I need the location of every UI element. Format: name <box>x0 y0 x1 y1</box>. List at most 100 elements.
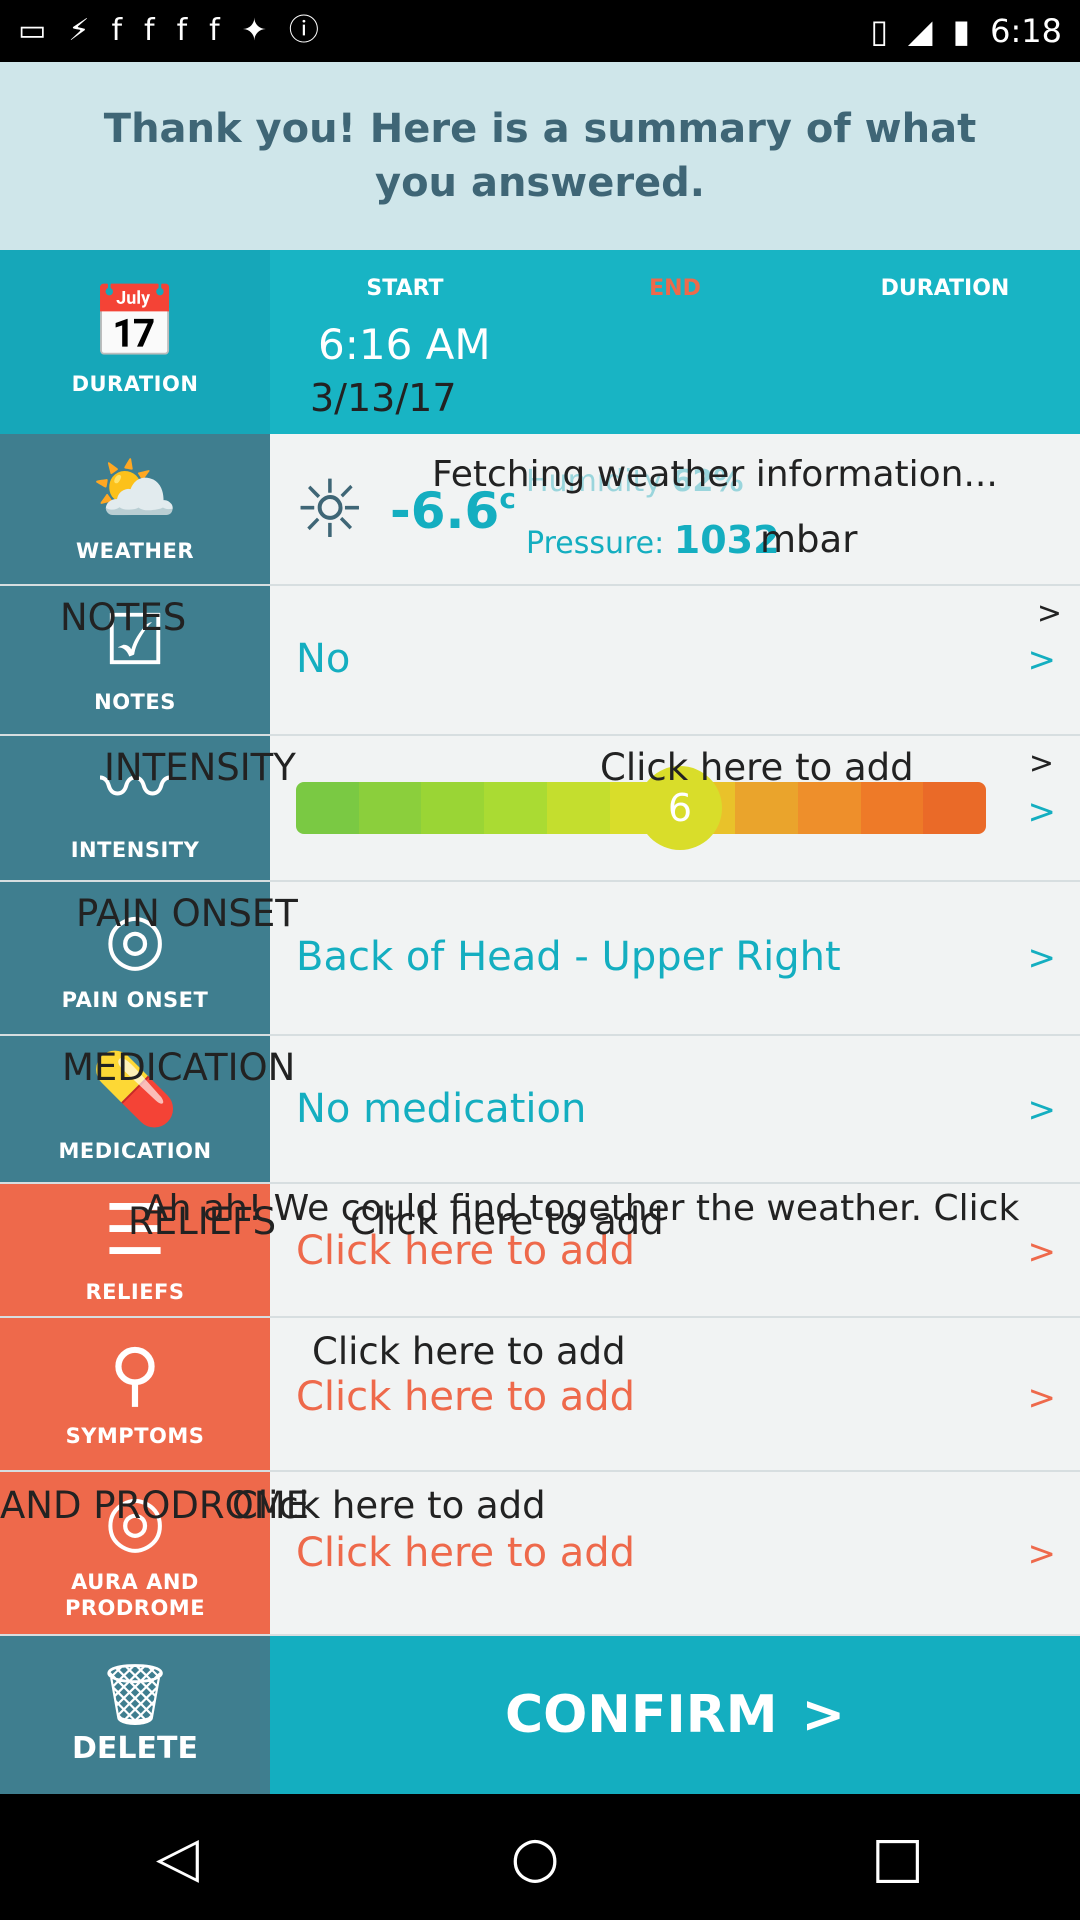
intensity-label: INTENSITY <box>70 838 200 862</box>
facebook-icon: f <box>111 13 122 48</box>
notes-overlay-chevron-icon: > <box>1036 596 1062 631</box>
recents-icon[interactable]: □ <box>871 1825 924 1890</box>
reliefs-row[interactable]: ☰ RELIEFS Click here to add > Click here… <box>0 1184 1080 1318</box>
message-icon: ▭ <box>18 13 47 48</box>
intensity-segment[interactable] <box>860 782 924 834</box>
duration-side: 📅 DURATION <box>0 250 270 434</box>
confirm-label: CONFIRM <box>504 1685 778 1745</box>
pain-onset-chevron-icon[interactable]: > <box>1028 938 1057 978</box>
pain-onset-value[interactable]: Back of Head - Upper Right <box>296 934 841 980</box>
home-icon[interactable]: ○ <box>511 1825 560 1890</box>
weather-content[interactable]: ☼ -6.6c Humidity 62% Pressure: 1032 mbar… <box>270 434 1080 584</box>
duration-label: DURATION <box>71 372 199 396</box>
duration-content[interactable]: START END DURATION 6:16 AM 3/13/17 <box>270 250 1080 434</box>
intensity-segment[interactable] <box>484 782 547 834</box>
pain-onset-row[interactable]: ◎ PAIN ONSET Back of Head - Upper Right … <box>0 882 1080 1036</box>
medication-value[interactable]: No medication <box>296 1086 586 1132</box>
vibrate-icon: ▯ <box>870 12 888 50</box>
confirm-button[interactable]: CONFIRM > <box>270 1636 1080 1794</box>
status-time: 6:18 <box>990 12 1062 50</box>
info-icon: ⓘ <box>288 13 319 48</box>
battery-icon: ▮ <box>952 12 971 50</box>
start-date[interactable]: 3/13/17 <box>310 376 457 420</box>
end-column-header[interactable]: END <box>540 276 810 301</box>
duration-column-header: DURATION <box>880 276 1010 301</box>
notes-row[interactable]: ☑ NOTES No > > NOTES <box>0 586 1080 736</box>
intensity-segment[interactable] <box>923 782 986 834</box>
weather-row[interactable]: ⛅ WEATHER ☼ -6.6c Humidity 62% Pressure:… <box>0 434 1080 586</box>
notes-content[interactable]: No > > <box>270 586 1080 734</box>
satellite-icon: ✦ <box>241 13 267 48</box>
fetching-weather-text: Fetching weather information... <box>432 454 998 495</box>
reliefs-label: RELIEFS <box>85 1280 185 1304</box>
facebook-icon: f <box>144 13 155 48</box>
status-bar: ▭ ⚡ f f f f ✦ ⓘ ▯ ◢ ▮ 6:18 <box>0 0 1080 62</box>
medication-content[interactable]: No medication > <box>270 1036 1080 1182</box>
summary-header: Thank you! Here is a summary of what you… <box>0 62 1080 250</box>
weather-side: ⛅ WEATHER <box>0 434 270 584</box>
pressure-readout: Pressure: 1032 <box>526 518 780 562</box>
page-title: Thank you! Here is a summary of what you… <box>103 106 977 206</box>
facebook-icon: f <box>176 13 188 48</box>
symptoms-content[interactable]: Click here to add > Click here to add <box>270 1318 1080 1470</box>
symptoms-label: SYMPTOMS <box>65 1424 205 1448</box>
duration-row[interactable]: 📅 DURATION START END DURATION 6:16 AM 3/… <box>0 250 1080 434</box>
aura-chevron-icon[interactable]: > <box>1028 1534 1057 1574</box>
start-column-header: START <box>366 276 444 301</box>
intensity-overlay-add: Click here to add <box>600 746 914 789</box>
facebook-icon: f <box>209 13 220 48</box>
pain-onset-label: PAIN ONSET <box>61 988 209 1012</box>
aura-label-line2: PRODROME <box>64 1596 206 1620</box>
weather-toast-message: Ah ah! We could find together the weathe… <box>144 1188 1020 1229</box>
chevron-right-icon: > <box>801 1685 846 1745</box>
symptoms-chevron-icon[interactable]: > <box>1028 1378 1057 1418</box>
notes-value[interactable]: No <box>296 636 350 682</box>
intensity-row[interactable]: 〰 INTENSITY 6 > Click here to add > INTE… <box>0 736 1080 882</box>
start-time[interactable]: 6:16 AM <box>318 320 491 369</box>
flash-icon: ⚡ <box>68 13 90 48</box>
calendar-clock-icon: 📅 <box>91 281 179 363</box>
status-icons-left: ▭ ⚡ f f f f ✦ ⓘ <box>18 16 319 46</box>
symptoms-row[interactable]: ⚲ SYMPTOMS Click here to add > Click her… <box>0 1318 1080 1472</box>
intensity-segment[interactable] <box>296 782 359 834</box>
medication-label: MEDICATION <box>58 1139 212 1163</box>
intensity-segment[interactable] <box>358 782 422 834</box>
aura-label-line1: AURA AND <box>71 1570 199 1594</box>
symptoms-overlay-add: Click here to add <box>312 1330 626 1373</box>
reliefs-chevron-icon[interactable]: > <box>1028 1232 1057 1272</box>
intensity-segment[interactable] <box>421 782 485 834</box>
intensity-segment[interactable] <box>735 782 798 834</box>
aura-overlay-add: Click here to add <box>232 1484 546 1527</box>
trash-icon: 🗑 <box>96 1659 174 1730</box>
intensity-content[interactable]: 6 > Click here to add > <box>270 736 1080 880</box>
back-icon[interactable]: ◁ <box>156 1825 199 1890</box>
intensity-overlay-chevron-icon: > <box>1028 746 1054 781</box>
symptoms-side: ⚲ SYMPTOMS <box>0 1318 270 1470</box>
pain-onset-content[interactable]: Back of Head - Upper Right > <box>270 882 1080 1034</box>
symptoms-value[interactable]: Click here to add <box>296 1374 635 1420</box>
sun-icon: ☼ <box>294 463 366 556</box>
cloud-sun-icon: ⛅ <box>91 448 179 530</box>
navigation-bar: ◁ ○ □ <box>0 1794 1080 1920</box>
magnifier-icon: ⚲ <box>109 1333 161 1415</box>
medication-overlay-label: MEDICATION <box>62 1046 296 1089</box>
signal-icon: ◢ <box>907 12 933 50</box>
intensity-segment[interactable] <box>797 782 861 834</box>
pain-onset-overlay-label: PAIN ONSET <box>76 892 298 935</box>
delete-button[interactable]: 🗑 DELETE <box>0 1636 270 1794</box>
duration-columns: START END DURATION <box>270 276 1080 301</box>
intensity-overlay-label: INTENSITY <box>104 746 296 789</box>
intensity-chevron-icon[interactable]: > <box>1028 792 1057 832</box>
notes-chevron-icon[interactable]: > <box>1028 640 1057 680</box>
intensity-segment[interactable] <box>546 782 610 834</box>
pressure-unit: mbar <box>760 518 858 561</box>
bottom-actions: 🗑 DELETE CONFIRM > <box>0 1636 1080 1794</box>
status-icons-right: ▯ ◢ ▮ 6:18 <box>870 12 1062 50</box>
delete-label: DELETE <box>72 1730 198 1766</box>
medication-row[interactable]: 💊 MEDICATION No medication > MEDICATION <box>0 1036 1080 1184</box>
medication-chevron-icon[interactable]: > <box>1028 1090 1057 1130</box>
notes-label: NOTES <box>94 690 176 714</box>
aura-value[interactable]: Click here to add <box>296 1530 635 1576</box>
weather-label: WEATHER <box>75 539 195 563</box>
aura-prodrome-row[interactable]: ◎ AURA AND PRODROME Click here to add > … <box>0 1472 1080 1636</box>
